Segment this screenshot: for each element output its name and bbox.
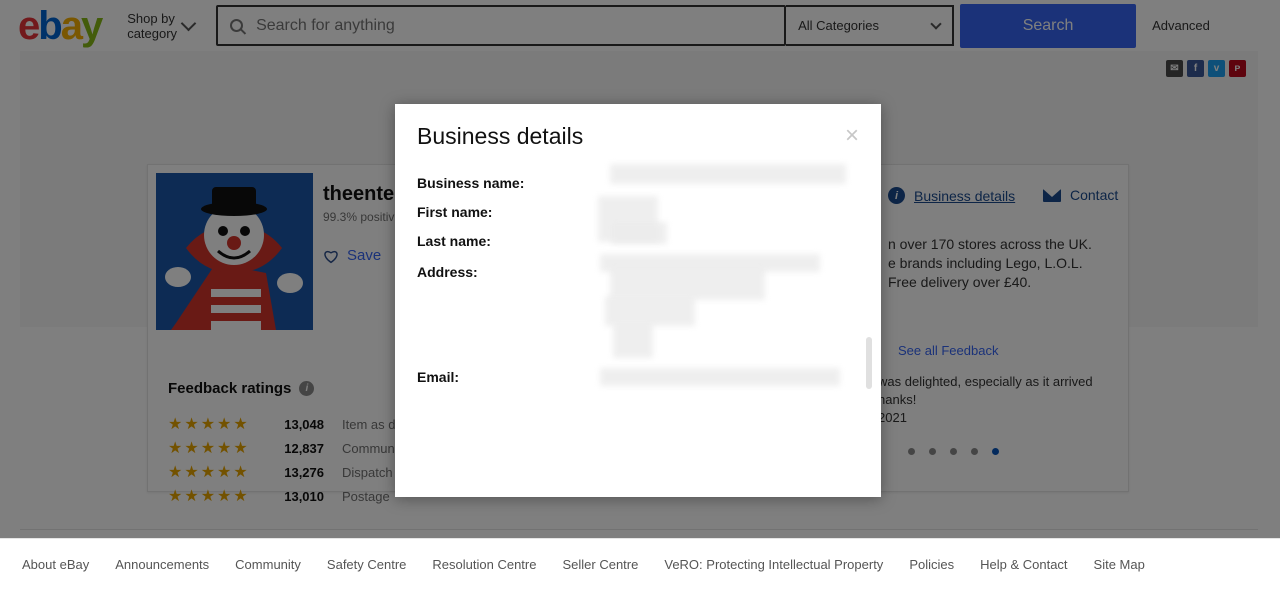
close-icon[interactable]: ×: [841, 126, 863, 148]
footer-link-site-map[interactable]: Site Map: [1094, 557, 1145, 572]
field-value-last-name-redacted: [611, 222, 667, 244]
field-label-address: Address:: [417, 264, 478, 280]
field-label-last-name: Last name:: [417, 233, 491, 249]
footer-link-safety-centre[interactable]: Safety Centre: [327, 557, 407, 572]
footer-link-policies[interactable]: Policies: [909, 557, 954, 572]
footer-link-vero[interactable]: VeRO: Protecting Intellectual Property: [664, 557, 883, 572]
footer-link-about-ebay[interactable]: About eBay: [22, 557, 89, 572]
field-value-address-line4-redacted: [613, 322, 653, 358]
field-value-email-redacted: [600, 368, 840, 386]
footer-link-seller-centre[interactable]: Seller Centre: [562, 557, 638, 572]
footer-link-help-contact[interactable]: Help & Contact: [980, 557, 1067, 572]
footer-link-announcements[interactable]: Announcements: [115, 557, 209, 572]
page-root: ebay Shop by category All Categories Sea…: [0, 0, 1280, 589]
modal-title: Business details: [417, 123, 583, 150]
field-label-first-name: First name:: [417, 204, 492, 220]
site-footer: About eBay Announcements Community Safet…: [0, 538, 1280, 589]
business-details-modal: Business details × Business name: First …: [395, 104, 881, 497]
field-value-business-name-redacted: [610, 164, 846, 184]
field-value-address-line2-redacted: [610, 266, 765, 300]
modal-scrollbar-thumb[interactable]: [866, 337, 872, 389]
footer-link-resolution-centre[interactable]: Resolution Centre: [432, 557, 536, 572]
field-label-business-name: Business name:: [417, 175, 524, 191]
field-label-email: Email:: [417, 369, 459, 385]
footer-link-community[interactable]: Community: [235, 557, 301, 572]
